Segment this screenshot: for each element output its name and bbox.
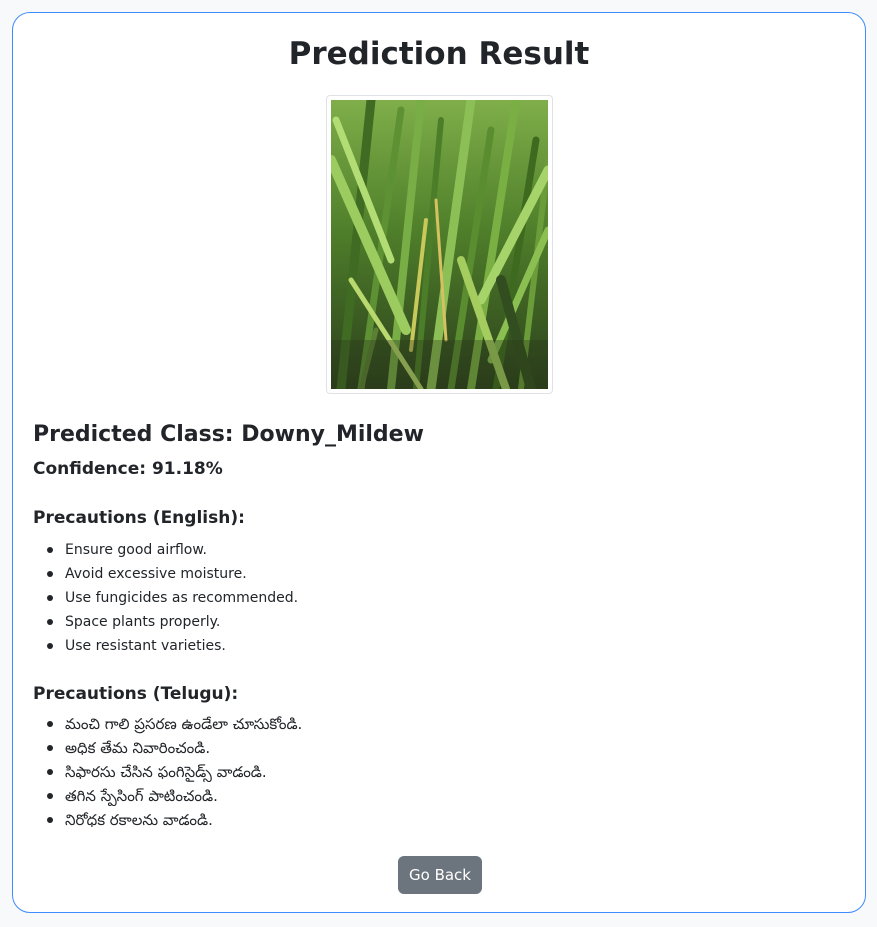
go-back-button[interactable]: Go Back (398, 856, 482, 894)
list-item: నిరోధక రకాలను వాడండి. (33, 808, 302, 832)
precautions-english-heading: Precautions (English): (33, 508, 245, 528)
precautions-telugu-list: మంచి గాలి ప్రసరణ ఉండేలా చూసుకోండి. అధిక … (33, 712, 302, 832)
list-item: Use resistant varieties. (33, 634, 298, 658)
uploaded-image (326, 95, 553, 394)
result-card: Prediction Result Predicted Class: Downy… (12, 12, 866, 913)
predicted-class: Predicted Class: Downy_Mildew (33, 422, 424, 447)
list-item: సిఫారసు చేసిన ఫంగిసైడ్స్ వాడండి. (33, 760, 302, 784)
list-item: Use fungicides as recommended. (33, 586, 298, 610)
list-item: Space plants properly. (33, 610, 298, 634)
crop-leaves-photo (331, 100, 548, 389)
list-item: తగిన స్పేసింగ్ పాటించండి. (33, 784, 302, 808)
confidence-score: Confidence: 91.18% (33, 459, 223, 479)
page-title: Prediction Result (288, 36, 590, 72)
precautions-english-list: Ensure good airflow. Avoid excessive moi… (33, 538, 298, 658)
precautions-telugu-heading: Precautions (Telugu): (33, 684, 239, 704)
list-item: అధిక తేమ నివారించండి. (33, 736, 302, 760)
list-item: Ensure good airflow. (33, 538, 298, 562)
list-item: మంచి గాలి ప్రసరణ ఉండేలా చూసుకోండి. (33, 712, 302, 736)
list-item: Avoid excessive moisture. (33, 562, 298, 586)
